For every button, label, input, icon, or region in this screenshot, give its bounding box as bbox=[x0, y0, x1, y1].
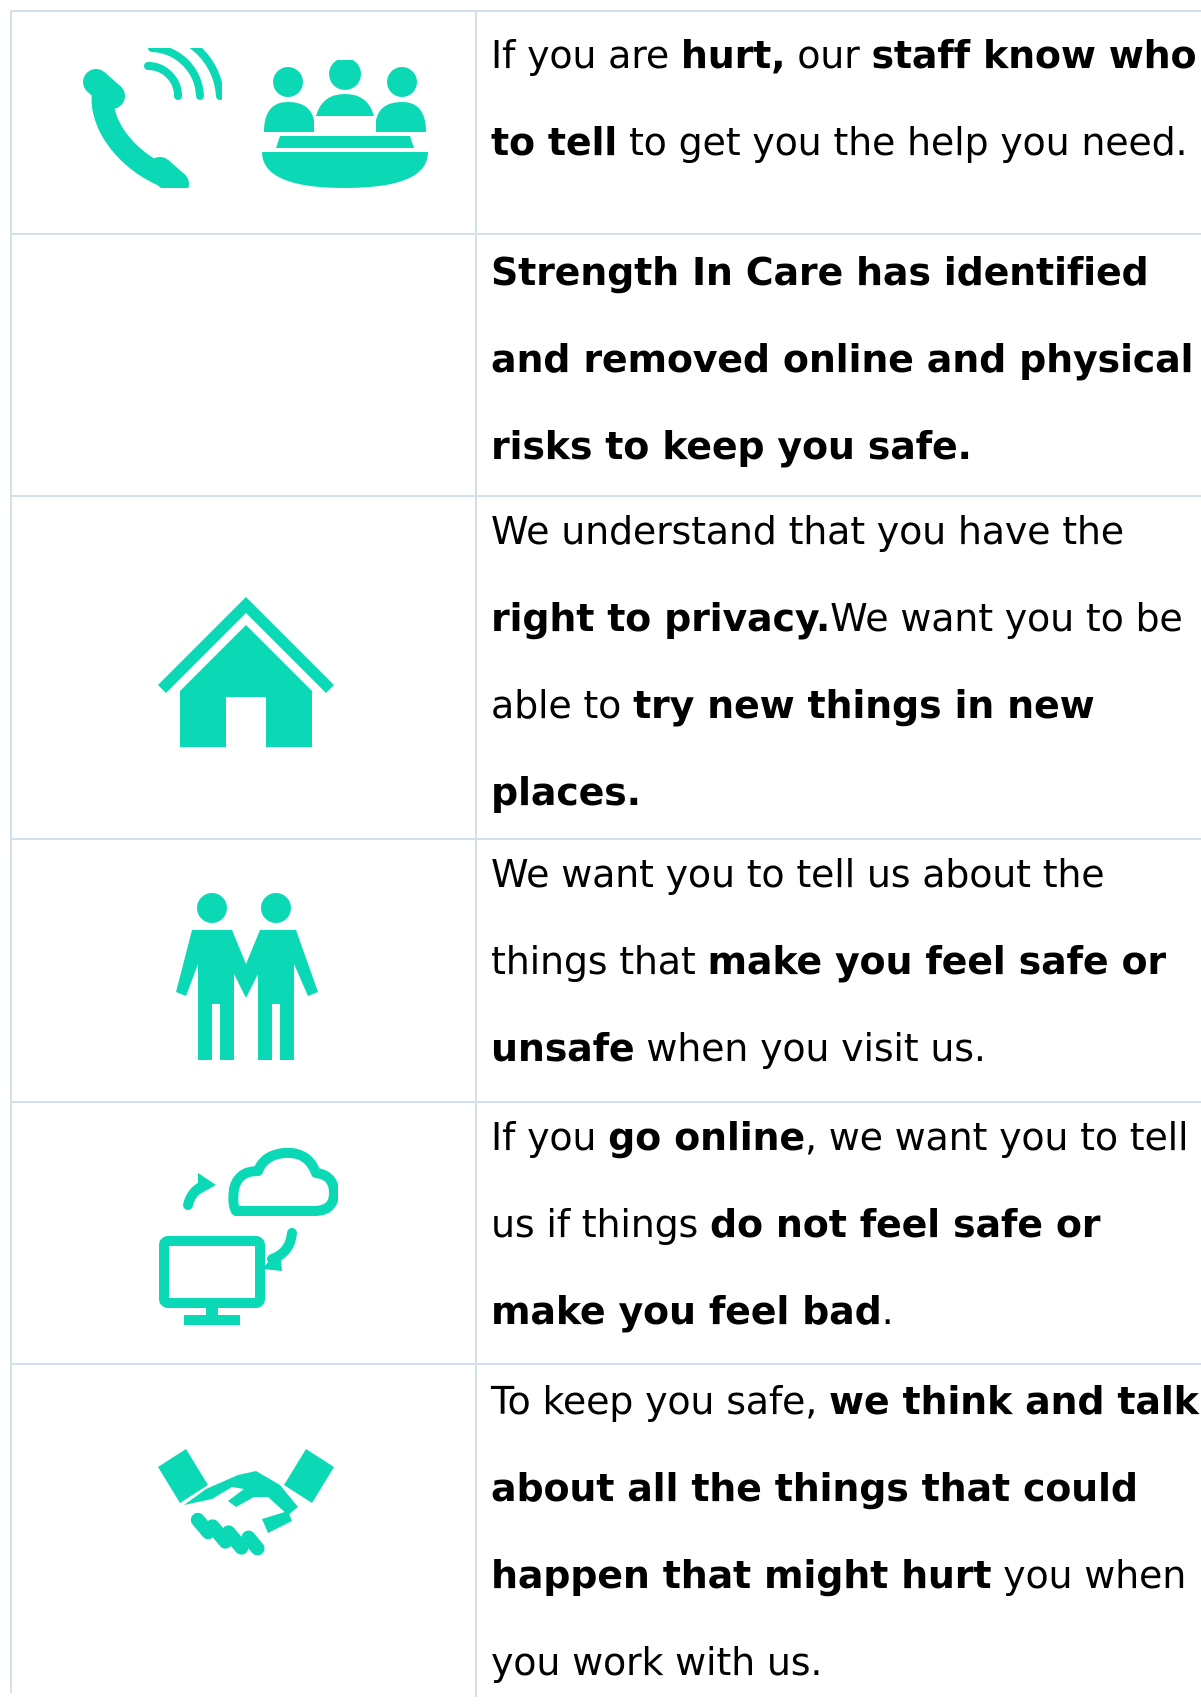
row-text: If you are hurt, our staff know who to t… bbox=[491, 12, 1201, 233]
phone-ringing-icon bbox=[83, 48, 222, 188]
text: If you bbox=[491, 1115, 609, 1159]
text: To keep you safe, bbox=[491, 1379, 829, 1423]
handshake-icon bbox=[158, 1449, 334, 1556]
row-text: To keep you safe, we think and talk abou… bbox=[491, 1358, 1201, 1690]
computer-cloud-sync-icon bbox=[159, 1147, 338, 1325]
home-icon bbox=[158, 597, 334, 747]
table-row: If you are hurt, our staff know who to t… bbox=[12, 12, 1201, 235]
text: our bbox=[785, 33, 872, 77]
table-row: Strength In Care has identified and remo… bbox=[12, 235, 1201, 497]
text: when you visit us. bbox=[634, 1026, 986, 1070]
text: If you are bbox=[491, 33, 681, 77]
row-text: We understand that you have the right to… bbox=[491, 488, 1201, 829]
icon-cell bbox=[12, 497, 477, 838]
two-people-icon bbox=[176, 893, 318, 1060]
row-text: If you go online, we want you to tell us… bbox=[491, 1094, 1201, 1354]
meeting-group-icon bbox=[262, 60, 428, 188]
table-row: We want you to tell us about the things … bbox=[12, 840, 1201, 1103]
bold-text: go online bbox=[608, 1115, 805, 1159]
bold-text: Strength In Care has identified and remo… bbox=[491, 250, 1194, 468]
bold-text: right to privacy. bbox=[491, 596, 831, 640]
table-row: If you go online, we want you to tell us… bbox=[12, 1103, 1201, 1365]
icon-cell bbox=[12, 1365, 477, 1697]
table-row: We understand that you have the right to… bbox=[12, 497, 1201, 840]
row-text: We want you to tell us about the things … bbox=[491, 831, 1201, 1092]
text: . bbox=[881, 1289, 894, 1333]
row-text: Strength In Care has identified and remo… bbox=[491, 229, 1201, 489]
text: We understand that you have the bbox=[491, 509, 1136, 553]
bold-text: hurt, bbox=[680, 33, 786, 77]
text: to get you the help you need. bbox=[617, 120, 1188, 164]
safety-info-table: If you are hurt, our staff know who to t… bbox=[10, 10, 1201, 1697]
icon-cell bbox=[12, 840, 477, 1101]
icon-cell bbox=[12, 1103, 477, 1363]
icon-cell-empty bbox=[12, 235, 477, 495]
table-row: To keep you safe, we think and talk abou… bbox=[12, 1365, 1201, 1697]
icon-cell bbox=[12, 12, 477, 233]
